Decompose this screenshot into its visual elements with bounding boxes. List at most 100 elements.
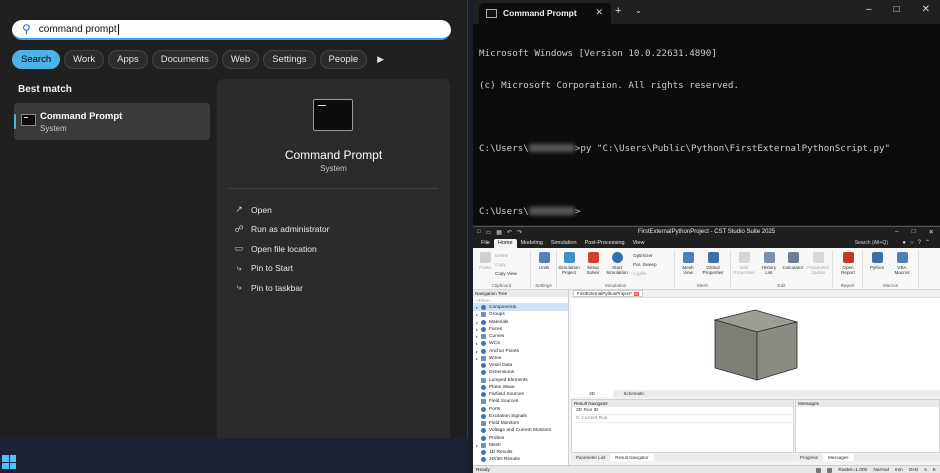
filter-search[interactable]: Search	[12, 50, 61, 69]
document-tab[interactable]: FirstExternalPythonProject* ✕	[573, 290, 643, 297]
logfile-button[interactable]: Logfile	[633, 271, 647, 276]
nav-tree-item[interactable]: ▸ Components	[473, 304, 568, 312]
nav-tree-item[interactable]: Field Sources	[473, 398, 568, 405]
action-open[interactable]: ↗ Open	[233, 200, 329, 220]
action-pin-to-start[interactable]: ⤷ Pin to Start	[233, 259, 329, 279]
edit-properties-button[interactable]: Edit Properties	[733, 252, 755, 275]
nav-tree-filter[interactable]: <Filter>	[473, 297, 568, 304]
nav-tree-item[interactable]: ▸ Curves	[473, 333, 568, 340]
minimize-icon[interactable]: –	[866, 4, 872, 15]
nav-tree-item[interactable]: ▸ Mesh	[473, 442, 568, 449]
nav-tree-item[interactable]: ▸ Anchor Points	[473, 348, 568, 355]
global-properties-button[interactable]: Global Properties	[702, 252, 724, 275]
tab-progress[interactable]: Progress	[795, 454, 823, 461]
action-pin-to-taskbar[interactable]: ⤷ Pin to taskbar	[233, 278, 329, 298]
taskbar	[0, 438, 468, 473]
help-icons[interactable]: ●○?⌃	[902, 239, 934, 246]
nav-tree-item[interactable]: Voxel Data	[473, 362, 568, 369]
copy-button[interactable]: Copy	[495, 262, 506, 267]
action-open-file-location[interactable]: ▭ Open file location	[233, 239, 329, 259]
optimizer-button[interactable]: Optimizer	[633, 253, 653, 258]
tab-file[interactable]: File	[477, 239, 494, 248]
calculator-button[interactable]: Calculator	[782, 252, 804, 270]
status-ready: Ready	[476, 468, 490, 473]
view-toggle-icon[interactable]	[816, 468, 822, 473]
new-tab-plus-icon[interactable]: +	[615, 5, 621, 17]
model-view[interactable]: FirstExternalPythonProject* ✕	[571, 290, 940, 390]
nav-tree-item[interactable]: Plane Wave	[473, 384, 568, 391]
filter-work[interactable]: Work	[64, 50, 105, 69]
paste-button[interactable]: Paste	[474, 252, 496, 270]
nav-tree-item[interactable]: Ports	[473, 406, 568, 413]
tab-messages[interactable]: Messages	[823, 454, 854, 461]
filter-settings[interactable]: Settings	[263, 50, 316, 69]
nav-tree-item[interactable]: Excitation Signals	[473, 413, 568, 420]
python-button[interactable]: Python	[866, 252, 888, 270]
close-icon[interactable]: ✕	[929, 228, 934, 236]
tab-result-navigator[interactable]: Result Navigator	[610, 454, 654, 461]
units-button[interactable]: Units	[533, 252, 555, 270]
nav-tree-item[interactable]: Field Monitors	[473, 420, 568, 427]
nav-tree-item[interactable]: Voltage and Current Monitors	[473, 427, 568, 434]
nav-tree-item[interactable]: Farfield Sources	[473, 391, 568, 398]
nav-tree-item[interactable]: ▸ Materials	[473, 319, 568, 326]
nav-tree-item[interactable]: ▸ WCS	[473, 340, 568, 347]
filter-people[interactable]: People	[319, 50, 368, 69]
chevron-down-icon[interactable]: ⌄	[635, 6, 642, 15]
ribbon-search[interactable]: Search (Alt+Q)	[855, 240, 888, 246]
par-sweep-button[interactable]: Par. Sweep	[633, 262, 657, 267]
search-input[interactable]: ⚲ command prompt	[12, 20, 451, 40]
search-query[interactable]: command prompt	[39, 24, 117, 35]
copy-view-button[interactable]: Copy View	[495, 271, 517, 276]
delete-button[interactable]: Delete	[495, 253, 508, 258]
result-row[interactable]: 0: Current Run	[572, 415, 793, 423]
tab-view[interactable]: View	[629, 239, 649, 248]
maximize-icon[interactable]: □	[894, 4, 900, 15]
tab-3d[interactable]: 3D	[571, 390, 613, 397]
terminal-output[interactable]: Microsoft Windows [Version 10.0.22631.48…	[479, 28, 890, 238]
minimize-icon[interactable]: –	[895, 228, 899, 236]
filter-apps[interactable]: Apps	[108, 50, 148, 69]
vba-macros-button[interactable]: VBA Macros	[891, 252, 913, 275]
history-list-button[interactable]: History List	[758, 252, 780, 275]
nav-tree-item[interactable]: Probes	[473, 435, 568, 442]
setup-solver-button[interactable]: Setup Solver	[582, 252, 604, 275]
view-sub-tabs: 3D Schematic	[571, 390, 940, 397]
open-report-button[interactable]: Open Report	[837, 252, 859, 275]
close-icon[interactable]: ✕	[922, 4, 930, 15]
tab-schematic[interactable]: Schematic	[613, 390, 655, 397]
result-row[interactable]: 3D Run ID	[572, 407, 793, 415]
tab-post-processing[interactable]: Post-Processing	[581, 239, 629, 248]
terminal-tab[interactable]: Command Prompt ✕	[479, 3, 611, 24]
more-filters-arrow-icon[interactable]: ▶	[377, 54, 384, 65]
tab-simulation[interactable]: Simulation	[547, 239, 581, 248]
windows-start-icon[interactable]	[2, 455, 16, 469]
filter-documents[interactable]: Documents	[151, 50, 218, 69]
tab-modeling[interactable]: Modeling	[517, 239, 547, 248]
start-simulation-button[interactable]: Start Simulation	[606, 252, 628, 275]
view-toggle-icon[interactable]	[827, 468, 833, 473]
nav-tree-item[interactable]: ▸ Groups	[473, 311, 568, 318]
nav-tree-item[interactable]: Lumped Elements	[473, 377, 568, 384]
start-simulation-icon	[611, 252, 623, 263]
cube-model[interactable]	[711, 306, 801, 386]
tab-home[interactable]: Home	[493, 239, 517, 248]
best-match-result[interactable]: Command Prompt System	[14, 103, 210, 140]
nav-tree-item[interactable]: 1D Results	[473, 449, 568, 456]
filter-web[interactable]: Web	[221, 50, 260, 69]
tree-node-icon	[481, 305, 486, 311]
nav-tree-item[interactable]: Dimensions	[473, 369, 568, 376]
nav-tree-item[interactable]: ▸ Wires	[473, 355, 568, 362]
action-run-as-admin[interactable]: ☍ Run as administrator	[233, 220, 329, 240]
close-tab-icon[interactable]: ✕	[634, 291, 639, 296]
close-tab-icon[interactable]: ✕	[595, 7, 603, 18]
nav-tree-item[interactable]: 2D/3D Results	[473, 456, 568, 463]
mesh-view-button[interactable]: Mesh View	[677, 252, 699, 275]
simulation-project-button[interactable]: Simulation Project	[558, 252, 580, 275]
nav-tree-item[interactable]: ▸ Faces	[473, 326, 568, 333]
nav-tree-item-label: 2D/3D Results	[489, 457, 520, 463]
maximize-icon[interactable]: □	[912, 228, 916, 236]
parametric-update-button[interactable]: Parametric Update	[807, 252, 829, 275]
tab-parameter-list[interactable]: Parameter List	[571, 454, 610, 461]
result-navigator: Result Navigator 3D Run ID 0: Current Ru…	[571, 399, 794, 453]
